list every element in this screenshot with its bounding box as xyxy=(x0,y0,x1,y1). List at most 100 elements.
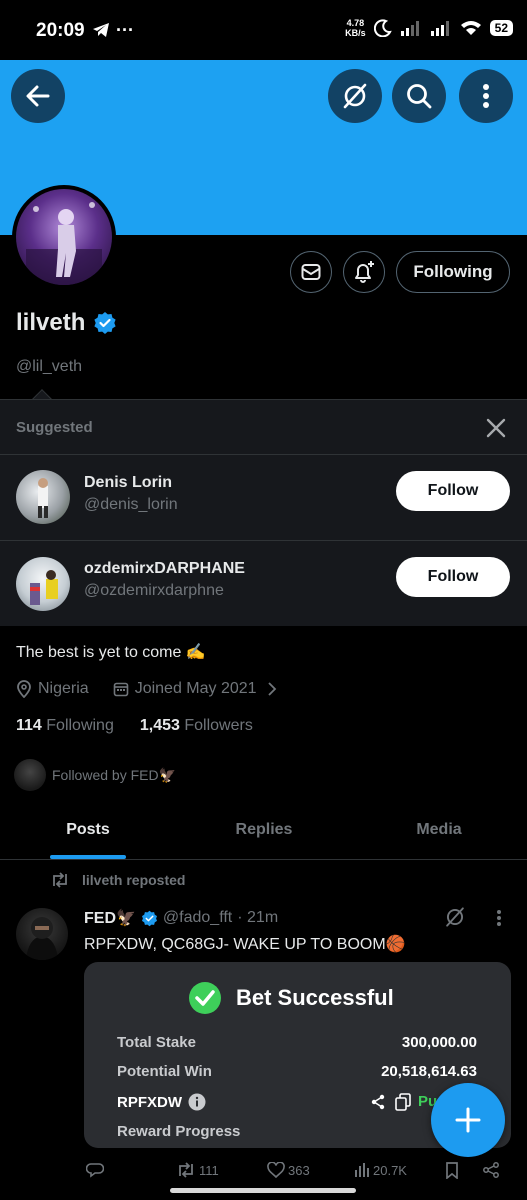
calendar-icon xyxy=(113,681,129,697)
potential-win-value: 20,518,614.63 xyxy=(381,1063,477,1080)
followers-count: 1,453 xyxy=(139,717,180,734)
wifi-icon xyxy=(460,20,482,36)
display-name-text: lilveth xyxy=(16,309,86,336)
message-button[interactable] xyxy=(290,251,332,293)
post-more-button[interactable] xyxy=(496,909,502,927)
compose-button[interactable] xyxy=(431,1083,505,1157)
repost-count: 111 xyxy=(199,1162,219,1178)
follow-counts: 114 Following 1,453 Followers xyxy=(16,717,253,735)
suggested-user-avatar[interactable] xyxy=(16,557,70,611)
views-icon xyxy=(354,1162,370,1178)
suggested-user-name[interactable]: Denis Lorin xyxy=(84,474,172,492)
suggested-user-handle: @ozdemirxdarphne xyxy=(84,582,224,599)
suggested-panel: Suggested Denis Lorin @denis_lorin Follo… xyxy=(0,399,527,626)
share-icon xyxy=(370,1094,386,1110)
heart-icon xyxy=(267,1162,285,1178)
moon-icon xyxy=(373,19,392,37)
grok-button[interactable] xyxy=(328,69,382,123)
info-icon xyxy=(188,1093,206,1111)
bet-title: Bet Successful xyxy=(188,981,394,1015)
following-button[interactable]: Following xyxy=(396,251,510,293)
following-count-link[interactable]: 114 Following xyxy=(16,717,114,735)
chevron-right-icon[interactable] xyxy=(267,682,277,696)
close-icon xyxy=(484,416,508,440)
followed-by-avatar xyxy=(14,759,46,791)
suggested-label: Suggested xyxy=(16,419,93,436)
more-vertical-icon xyxy=(496,909,502,927)
following-count-label: Following xyxy=(46,717,114,734)
more-notifications-icon: ··· xyxy=(116,20,134,40)
follow-button[interactable]: Follow xyxy=(396,471,510,511)
reply-button[interactable] xyxy=(86,1162,104,1178)
suggested-user-row[interactable]: ozdemirxDARPHANE @ozdemirxdarphne Follow xyxy=(0,540,527,626)
envelope-icon xyxy=(301,263,321,281)
profile-tabs: Posts Replies Media xyxy=(0,800,527,860)
telegram-icon xyxy=(92,22,110,38)
views-button[interactable]: 20.7K xyxy=(354,1162,407,1178)
share-icon xyxy=(482,1162,500,1178)
total-stake-value: 300,000.00 xyxy=(401,1034,477,1051)
profile-handle: @lil_veth xyxy=(16,358,83,375)
verified-badge-icon xyxy=(93,311,117,335)
post-author-handle[interactable]: @fado_fft xyxy=(163,909,232,927)
search-button[interactable] xyxy=(392,69,446,123)
net-speed: 4.78 KB/s xyxy=(345,18,366,38)
repost-button[interactable]: 111 xyxy=(176,1162,219,1178)
repost-icon xyxy=(176,1162,196,1178)
reply-icon xyxy=(86,1162,104,1178)
profile-joined: Joined May 2021 xyxy=(134,680,257,697)
post-header: FED🦅 @fado_fft · 21m xyxy=(84,908,278,928)
suggested-user-row[interactable]: Denis Lorin @denis_lorin Follow xyxy=(0,454,527,540)
reward-progress-label: Reward Progress xyxy=(117,1123,241,1140)
grok-icon xyxy=(341,82,369,110)
notifications-button[interactable] xyxy=(343,251,385,293)
active-tab-indicator xyxy=(50,855,126,859)
bookmark-button[interactable] xyxy=(445,1162,459,1179)
follow-button[interactable]: Follow xyxy=(396,557,510,597)
post-author-avatar[interactable] xyxy=(16,908,68,960)
bet-code-row: RPFXDW xyxy=(117,1093,206,1111)
suggested-user-handle: @denis_lorin xyxy=(84,496,178,513)
tab-posts[interactable]: Posts xyxy=(40,800,136,859)
copy-icon xyxy=(395,1093,411,1111)
signal-icon xyxy=(400,20,422,36)
profile-meta: Nigeria Joined May 2021 xyxy=(16,680,277,698)
like-count: 363 xyxy=(288,1162,310,1178)
bet-code: RPFXDW xyxy=(117,1093,182,1111)
profile-name: lilveth xyxy=(16,309,117,337)
followers-count-label: Followers xyxy=(184,717,253,734)
bell-plus-icon xyxy=(352,260,376,284)
status-bar: 20:09 ··· 4.78 KB/s 52 xyxy=(0,0,527,60)
back-button[interactable] xyxy=(11,69,65,123)
share-button[interactable] xyxy=(482,1162,500,1178)
profile-bio: The best is yet to come ✍️ xyxy=(16,644,206,661)
home-indicator[interactable] xyxy=(170,1188,356,1193)
total-stake-label: Total Stake xyxy=(117,1034,196,1051)
signal-2-icon xyxy=(430,20,452,36)
followed-by[interactable]: Followed by FED🦅 xyxy=(14,759,176,791)
bookmark-icon xyxy=(445,1162,459,1179)
more-options-button[interactable] xyxy=(459,69,513,123)
more-vertical-icon xyxy=(482,83,490,109)
post-grok-button[interactable] xyxy=(444,906,466,928)
repost-indicator: lilveth reposted xyxy=(50,872,185,888)
close-suggested-button[interactable] xyxy=(484,416,508,440)
check-circle-icon xyxy=(188,981,222,1015)
following-count: 114 xyxy=(16,717,42,734)
back-arrow-icon xyxy=(25,83,51,109)
suggested-user-name[interactable]: ozdemirxDARPHANE xyxy=(84,560,245,578)
profile-avatar[interactable] xyxy=(12,185,116,289)
suggested-user-avatar[interactable] xyxy=(16,470,70,524)
potential-win-label: Potential Win xyxy=(117,1063,212,1080)
tab-media[interactable]: Media xyxy=(391,800,487,859)
search-icon xyxy=(405,82,433,110)
post-author-name[interactable]: FED🦅 xyxy=(84,908,136,928)
like-button[interactable]: 363 xyxy=(267,1162,310,1178)
grok-icon xyxy=(444,906,466,928)
location-icon xyxy=(16,680,32,698)
post-text: RPFXDW, QC68GJ- WAKE UP TO BOOM🏀 xyxy=(84,936,406,953)
followers-count-link[interactable]: 1,453 Followers xyxy=(140,717,253,735)
tab-replies[interactable]: Replies xyxy=(216,800,312,859)
post-action-bar: 111 363 20.7K xyxy=(0,1158,527,1188)
repost-label: lilveth reposted xyxy=(82,872,186,888)
